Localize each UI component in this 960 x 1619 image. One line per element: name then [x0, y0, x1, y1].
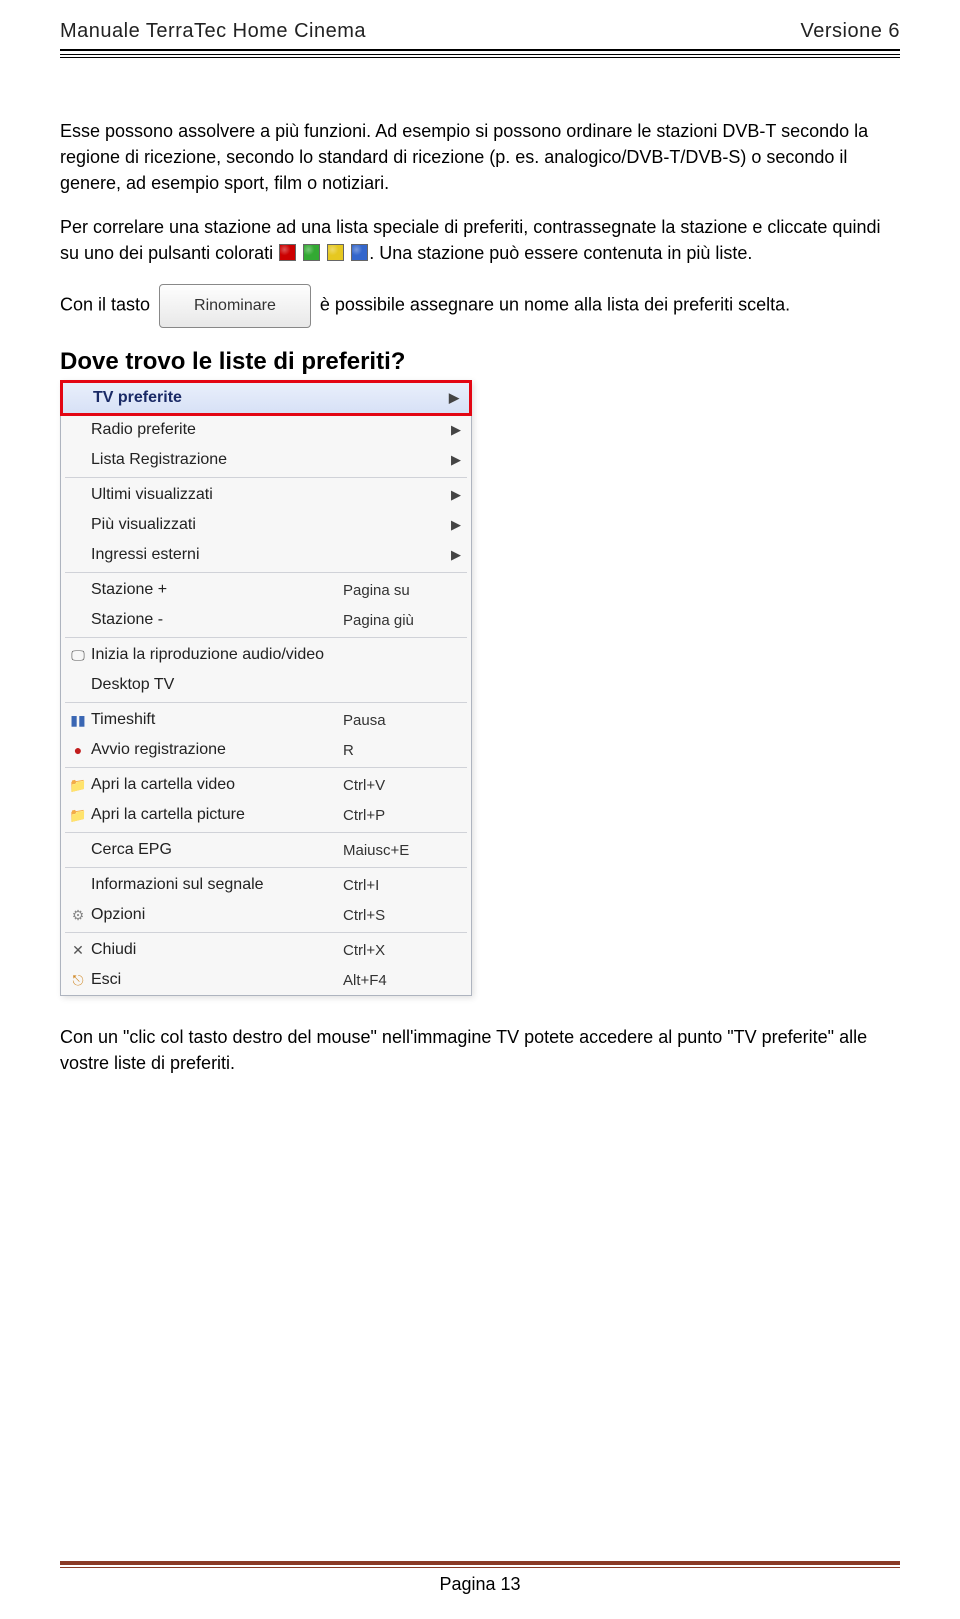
menu-avvio-registrazione[interactable]: ● Avvio registrazione R — [61, 735, 471, 765]
close-icon: ✕ — [67, 942, 89, 959]
footer-rule-thin — [60, 1567, 900, 1568]
menu-ultimi-visualizzati[interactable]: Ultimi visualizzati ▶ — [61, 480, 471, 510]
paragraph-after-menu: Con un "clic col tasto destro del mouse"… — [60, 1024, 900, 1076]
chevron-right-icon: ▶ — [451, 452, 463, 468]
menu-separator — [65, 572, 467, 573]
menu-desktop-tv[interactable]: Desktop TV — [61, 670, 471, 700]
menu-item-label: Radio preferite — [89, 421, 451, 439]
header-rule-thin — [60, 57, 900, 58]
menu-item-label: Chiudi — [89, 941, 343, 959]
menu-item-label: Apri la cartella picture — [89, 806, 343, 824]
menu-item-label: Opzioni — [89, 906, 343, 924]
menu-lista-registrazione[interactable]: Lista Registrazione ▶ — [61, 445, 471, 475]
menu-stazione-plus[interactable]: Stazione + Pagina su — [61, 575, 471, 605]
rename-button[interactable]: Rinominare — [159, 284, 311, 328]
menu-apri-cartella-video[interactable]: 📁 Apri la cartella video Ctrl+V — [61, 770, 471, 800]
menu-item-label: Informazioni sul segnale — [89, 876, 343, 894]
chevron-right-icon: ▶ — [451, 517, 463, 533]
folder-icon: 📁 — [67, 777, 89, 794]
menu-radio-preferite[interactable]: Radio preferite ▶ — [61, 415, 471, 445]
monitor-icon: 🖵 — [67, 647, 89, 664]
menu-item-label: Ingressi esterni — [89, 546, 451, 564]
menu-item-label: Desktop TV — [89, 676, 343, 694]
section-heading: Dove trovo le liste di preferiti? — [60, 348, 900, 376]
menu-shortcut: R — [343, 742, 463, 759]
menu-separator — [65, 767, 467, 768]
chevron-right-icon: ▶ — [451, 547, 463, 563]
menu-item-label: Esci — [89, 971, 343, 989]
menu-shortcut: Pausa — [343, 712, 463, 729]
yellow-dot-icon[interactable] — [327, 244, 344, 261]
menu-separator — [65, 477, 467, 478]
menu-separator — [65, 867, 467, 868]
menu-item-label: Inizia la riproduzione audio/video — [89, 646, 343, 664]
paragraph-2b: . Una stazione può essere contenuta in p… — [369, 243, 752, 263]
menu-shortcut: Ctrl+I — [343, 877, 463, 894]
menu-separator — [65, 932, 467, 933]
menu-timeshift[interactable]: ▮▮ Timeshift Pausa — [61, 705, 471, 735]
menu-shortcut: Alt+F4 — [343, 972, 463, 989]
menu-cerca-epg[interactable]: Cerca EPG Maiusc+E — [61, 835, 471, 865]
context-menu: TV preferite ▶ Radio preferite ▶ Lista R… — [60, 380, 472, 996]
menu-apri-cartella-picture[interactable]: 📁 Apri la cartella picture Ctrl+P — [61, 800, 471, 830]
chevron-right-icon: ▶ — [449, 390, 461, 406]
paragraph-3a: Con il tasto — [60, 295, 155, 315]
menu-stazione-minus[interactable]: Stazione - Pagina giù — [61, 605, 471, 635]
menu-chiudi[interactable]: ✕ Chiudi Ctrl+X — [61, 935, 471, 965]
menu-tv-preferite[interactable]: TV preferite ▶ — [63, 383, 469, 413]
footer-rule-thick — [60, 1561, 900, 1565]
paragraph-3: Con il tasto Rinominare è possibile asse… — [60, 284, 900, 328]
menu-item-label: Timeshift — [89, 711, 343, 729]
menu-separator — [65, 702, 467, 703]
menu-item-label: Stazione - — [89, 611, 343, 629]
paragraph-1: Esse possono assolvere a più funzioni. A… — [60, 118, 900, 196]
header-rule — [60, 49, 900, 55]
menu-opzioni[interactable]: ⚙ Opzioni Ctrl+S — [61, 900, 471, 930]
green-dot-icon[interactable] — [303, 244, 320, 261]
menu-shortcut: Maiusc+E — [343, 842, 463, 859]
record-icon: ● — [67, 742, 89, 758]
menu-item-label: Ultimi visualizzati — [89, 486, 451, 504]
menu-info-segnale[interactable]: Informazioni sul segnale Ctrl+I — [61, 870, 471, 900]
menu-piu-visualizzati[interactable]: Più visualizzati ▶ — [61, 510, 471, 540]
menu-shortcut: Pagina giù — [343, 612, 463, 629]
menu-esci[interactable]: ⎋ Esci Alt+F4 — [61, 965, 471, 995]
chevron-right-icon: ▶ — [451, 487, 463, 503]
red-dot-icon[interactable] — [279, 244, 296, 261]
menu-shortcut: Ctrl+X — [343, 942, 463, 959]
menu-separator — [65, 832, 467, 833]
blue-dot-icon[interactable] — [351, 244, 368, 261]
menu-item-label: Stazione + — [89, 581, 343, 599]
menu-shortcut: Ctrl+S — [343, 907, 463, 924]
menu-shortcut: Pagina su — [343, 582, 463, 599]
page-number: Pagina 13 — [60, 1574, 900, 1595]
menu-item-label: Apri la cartella video — [89, 776, 343, 794]
menu-separator — [65, 637, 467, 638]
menu-item-label: TV preferite — [91, 389, 449, 407]
chevron-right-icon: ▶ — [451, 422, 463, 438]
header-version: Versione 6 — [800, 20, 900, 43]
folder-icon: 📁 — [67, 807, 89, 824]
pause-icon: ▮▮ — [67, 712, 89, 729]
exit-icon: ⎋ — [67, 972, 89, 989]
gear-icon: ⚙ — [67, 907, 89, 924]
paragraph-3b: è possibile assegnare un nome alla lista… — [320, 295, 790, 315]
menu-item-label: Lista Registrazione — [89, 451, 451, 469]
menu-item-label: Cerca EPG — [89, 841, 343, 859]
paragraph-2: Per correlare una stazione ad una lista … — [60, 214, 900, 266]
menu-item-label: Più visualizzati — [89, 516, 451, 534]
header-title: Manuale TerraTec Home Cinema — [60, 20, 366, 43]
menu-item-label: Avvio registrazione — [89, 741, 343, 759]
menu-ingressi-esterni[interactable]: Ingressi esterni ▶ — [61, 540, 471, 570]
menu-inizia-riproduzione[interactable]: 🖵 Inizia la riproduzione audio/video — [61, 640, 471, 670]
menu-shortcut: Ctrl+V — [343, 777, 463, 794]
menu-shortcut: Ctrl+P — [343, 807, 463, 824]
